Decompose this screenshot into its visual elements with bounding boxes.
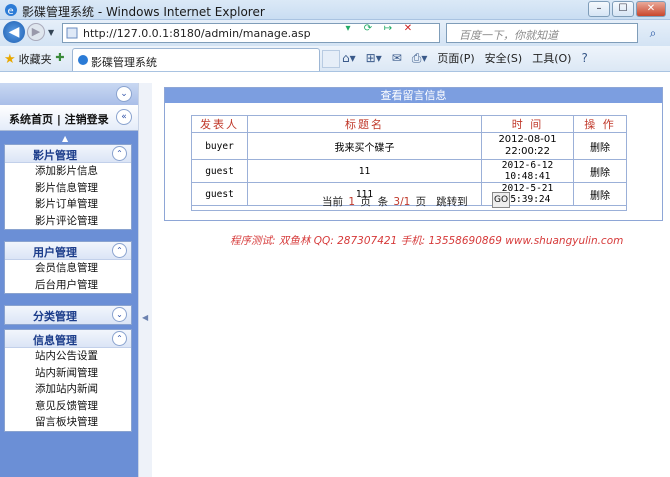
home-row: 系统首页 | 注销登录 «	[0, 105, 138, 131]
sidebar-item-film-comments[interactable]: 影片评论管理	[5, 213, 131, 230]
rss-icon[interactable]: ⊞▾	[366, 51, 382, 65]
menu-group-users: 用户管理 ⌃ 会员信息管理 后台用户管理	[4, 241, 132, 294]
tab-current[interactable]: 影碟管理系统	[72, 48, 320, 71]
window-title: 影碟管理系统 - Windows Internet Explorer	[22, 5, 265, 19]
messages-panel: 查看留言信息 发表人 标题名 时 间 操 作 buyer 我来买个碟子 2012…	[164, 87, 663, 221]
mail-icon[interactable]: ✉	[392, 51, 402, 65]
new-tab-button[interactable]	[322, 50, 340, 68]
author-cell: buyer	[191, 132, 248, 160]
author-cell: guest	[191, 159, 248, 183]
search-placeholder: 百度一下，你就知道	[459, 29, 558, 42]
address-url: http://127.0.0.1:8180/admin/manage.asp	[83, 27, 311, 40]
command-toolbar: ★ 收藏夹 ✚ 影碟管理系统 ⌂▾ ⊞▾ ✉ ⎙▾ 页面(P) 安全(S) 工具(…	[0, 46, 670, 72]
column-header: 时 间	[481, 115, 574, 133]
add-favorite-icon[interactable]: ✚	[52, 51, 68, 67]
menu-group-film: 影片管理 ⌃ 添加影片信息 影片信息管理 影片订单管理 影片评论管理	[4, 144, 132, 230]
stop-icon[interactable]: ✕	[400, 21, 416, 37]
tools-menu[interactable]: 工具(O)	[532, 50, 571, 66]
sidebar-item-feedback[interactable]: 意见反馈管理	[5, 398, 131, 415]
close-button[interactable]: ✕	[636, 1, 666, 17]
ie-page-icon	[78, 55, 88, 65]
home-icon[interactable]: ⌂▾	[342, 51, 356, 65]
pagination-bar: 当前 1 页 条 3/1 页 跳转到 页 GO	[191, 191, 627, 211]
minimize-button[interactable]: –	[588, 1, 610, 17]
ie-logo-icon: e	[5, 4, 17, 17]
chevron-up-icon[interactable]: ⌃	[112, 243, 127, 258]
table-row: guest 11 2012-6-12 10:48:41 删除	[191, 159, 627, 183]
maximize-button[interactable]: ☐	[612, 1, 634, 17]
page-content: ⌄ 系统首页 | 注销登录 « ▲ 影片管理 ⌃ 添加影片信息 影片信息管理 影…	[0, 73, 670, 477]
sidebar-item-admin-users[interactable]: 后台用户管理	[5, 277, 131, 294]
sidebar-item-news[interactable]: 站内新闻管理	[5, 365, 131, 382]
print-icon[interactable]: ⎙▾	[412, 51, 428, 66]
time-cell: 2012-6-12 10:48:41	[481, 159, 574, 183]
page-icon	[66, 27, 78, 39]
favorites-button[interactable]: ★ 收藏夹	[4, 51, 52, 67]
panel-title: 查看留言信息	[165, 88, 662, 103]
menu-title: 分类管理	[33, 310, 77, 323]
sidebar-item-members[interactable]: 会员信息管理	[5, 260, 131, 277]
column-header: 发表人	[191, 115, 248, 133]
go-button[interactable]: GO	[492, 192, 510, 208]
menu-title: 用户管理	[33, 246, 77, 259]
sidebar-splitter[interactable]: ◀	[138, 83, 152, 477]
menu-head-users[interactable]: 用户管理 ⌃	[5, 242, 131, 260]
menu-group-info: 信息管理 ⌃ 站内公告设置 站内新闻管理 添加站内新闻 意见反馈管理 留言板块管…	[4, 329, 132, 432]
subject-cell[interactable]: 11	[247, 159, 482, 183]
history-dropdown-icon[interactable]: ▼	[48, 28, 54, 37]
chevron-up-icon[interactable]: ⌃	[112, 146, 127, 161]
menu-group-categories: 分类管理 ⌄	[4, 305, 132, 325]
pagination-text: 当前 1 页 条 3/1 页 跳转到 页	[322, 194, 511, 209]
table-row: buyer 我来买个碟子 2012-08-01 22:00:22 删除	[191, 132, 627, 160]
delete-link[interactable]: 删除	[573, 132, 627, 160]
go-icon[interactable]: ↦	[380, 21, 396, 37]
chevron-down-icon[interactable]: ⌄	[112, 307, 127, 322]
collapse-left-icon[interactable]: «	[116, 109, 132, 125]
menu-head-info[interactable]: 信息管理 ⌃	[5, 330, 131, 348]
caret-up-icon: ▲	[62, 134, 69, 143]
sidebar-item-film-orders[interactable]: 影片订单管理	[5, 196, 131, 213]
menu-title: 信息管理	[33, 334, 77, 347]
sidebar-item-add-news[interactable]: 添加站内新闻	[5, 381, 131, 398]
forward-arrow-icon[interactable]: ▶	[27, 23, 45, 41]
menu-title: 影片管理	[33, 149, 77, 162]
column-header: 标题名	[247, 115, 482, 133]
sidebar-item-guestbook[interactable]: 留言板块管理	[5, 414, 131, 431]
menu-head-categories[interactable]: 分类管理 ⌄	[5, 306, 131, 324]
sidebar-item-add-film[interactable]: 添加影片信息	[5, 163, 131, 180]
sidebar: ⌄ 系统首页 | 注销登录 « ▲ 影片管理 ⌃ 添加影片信息 影片信息管理 影…	[0, 83, 138, 477]
sidebar-item-film-info[interactable]: 影片信息管理	[5, 180, 131, 197]
menu-head-film[interactable]: 影片管理 ⌃	[5, 145, 131, 163]
address-toolbar: ◀ ▶ ▼ http://127.0.0.1:8180/admin/manage…	[0, 20, 670, 46]
compat-icon[interactable]: ▾	[340, 21, 356, 37]
total-pages: 3/1	[393, 196, 411, 208]
time-cell: 2012-08-01 22:00:22	[481, 132, 574, 160]
chevron-down-icon[interactable]: ⌄	[116, 86, 132, 102]
help-icon[interactable]: ?	[581, 51, 587, 65]
current-page-number: 1	[348, 196, 356, 208]
star-icon: ★	[4, 52, 16, 67]
footer-credits: 程序测试: 双鱼林 QQ: 287307421 手机: 13558690869 …	[230, 235, 624, 247]
window-titlebar: e 影碟管理系统 - Windows Internet Explorer – ☐…	[0, 0, 670, 20]
table-header-row: 发表人 标题名 时 间 操 作	[191, 115, 627, 133]
back-arrow-icon[interactable]: ◀	[3, 21, 25, 43]
delete-link[interactable]: 删除	[573, 159, 627, 183]
collapse-arrow-icon[interactable]: ◀	[142, 313, 148, 322]
safety-menu[interactable]: 安全(S)	[485, 50, 523, 66]
sidebar-item-announcements[interactable]: 站内公告设置	[5, 348, 131, 365]
column-header: 操 作	[573, 115, 627, 133]
page-menu[interactable]: 页面(P)	[437, 50, 474, 66]
sidebar-header: ⌄	[0, 83, 138, 105]
search-icon[interactable]: ⌕	[644, 24, 662, 42]
tab-label: 影碟管理系统	[91, 56, 157, 69]
svg-text:e: e	[8, 6, 14, 17]
chevron-up-icon[interactable]: ⌃	[112, 331, 127, 346]
home-logout-link[interactable]: 系统首页 | 注销登录	[9, 111, 109, 127]
subject-cell[interactable]: 我来买个碟子	[247, 132, 482, 160]
refresh-icon[interactable]: ⟳	[360, 21, 376, 37]
search-input[interactable]: 百度一下，你就知道	[446, 23, 638, 43]
